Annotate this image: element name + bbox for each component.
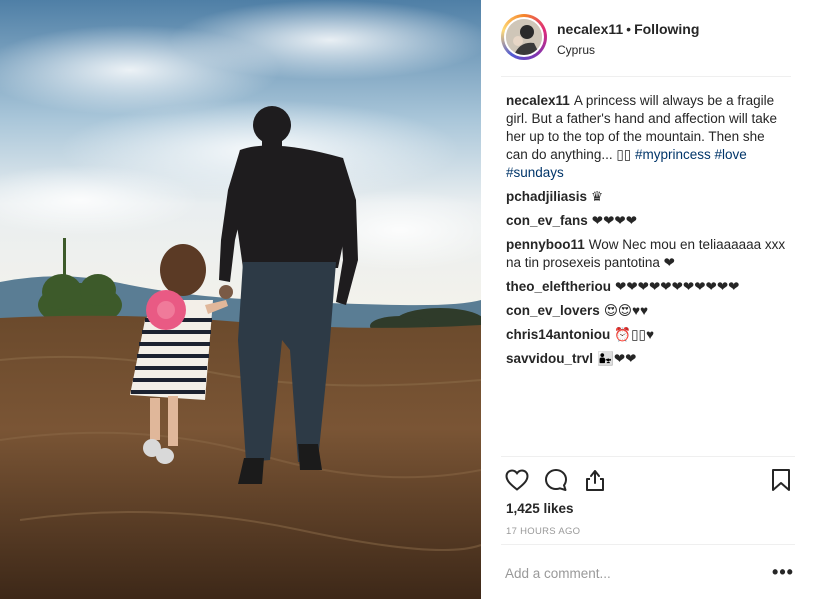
hashtag-sundays[interactable]: #sundays [506,165,564,180]
save-button[interactable] [767,466,795,494]
share-icon [586,470,604,491]
like-button[interactable] [503,466,531,494]
more-options-button[interactable]: ••• [771,561,795,583]
comment-text: 👨‍👧❤❤ [597,351,637,366]
comment-username[interactable]: pennyboo11 [506,237,585,252]
post-timestamp[interactable]: 17 HOURS AGO [506,526,580,537]
instagram-post: necalex11 • Following Cyprus necalex11 A pr… [0,0,815,599]
caption-username[interactable]: necalex11 [506,93,570,108]
username-link[interactable]: necalex11 [557,21,623,37]
comment-text: ❤❤❤❤❤❤❤❤❤❤❤ [615,279,740,294]
share-button[interactable] [581,466,609,494]
comments-list: necalex11 A princess will always be a fra… [506,92,790,374]
separator-dot: • [626,21,632,37]
action-bar [501,456,795,507]
comment-item: con_ev_lovers 😍😍♥♥ [506,302,790,320]
location-link[interactable]: Cyprus [557,43,699,57]
comment-username[interactable]: con_ev_fans [506,213,588,228]
post-header: necalex11 • Following Cyprus [501,14,791,77]
comment-item: pchadjiliasis ♛ [506,188,790,206]
comment-item: theo_eleftheriou ❤❤❤❤❤❤❤❤❤❤❤ [506,278,790,296]
avatar[interactable] [504,17,544,57]
comment-text: 😍😍♥♥ [603,303,648,318]
avatar-photo-icon [506,19,542,55]
post-sidebar: necalex11 • Following Cyprus necalex11 A pr… [481,0,815,599]
comment-item: con_ev_fans ❤❤❤❤ [506,212,790,230]
comment-username[interactable]: savvidou_trvl [506,351,593,366]
caption-glyphs: ▯▯ [616,147,632,162]
comment-username[interactable]: pchadjiliasis [506,189,587,204]
comment-text: ⏰▯▯♥ [614,327,654,342]
comment-item: savvidou_trvl 👨‍👧❤❤ [506,350,790,368]
comment-text: ♛ [591,189,604,204]
post-photo[interactable] [0,0,481,599]
comment-button[interactable] [542,466,570,494]
heart-outline-icon [505,469,529,491]
story-ring[interactable] [501,14,547,60]
comment-item: pennyboo11 Wow Nec mou en teliaaaaaa xxx … [506,236,790,272]
comment-username[interactable]: con_ev_lovers [506,303,600,318]
comment-input[interactable] [505,563,745,583]
bookmark-icon [772,469,790,491]
comment-username[interactable]: theo_eleftheriou [506,279,611,294]
photo-illustration [0,0,481,599]
following-button[interactable]: Following [634,21,699,37]
speech-bubble-icon [545,469,567,491]
hashtag-myprincess[interactable]: #myprincess [635,147,711,162]
hashtag-love[interactable]: #love [715,147,747,162]
header-text: necalex11 • Following Cyprus [557,21,699,57]
likes-count[interactable]: 1,425 likes [506,501,574,516]
comment-text: ❤❤❤❤ [591,213,638,228]
add-comment-bar: ••• [501,544,795,600]
caption: necalex11 A princess will always be a fra… [506,92,790,182]
comment-item: chris14antoniou ⏰▯▯♥ [506,326,790,344]
comment-username[interactable]: chris14antoniou [506,327,610,342]
